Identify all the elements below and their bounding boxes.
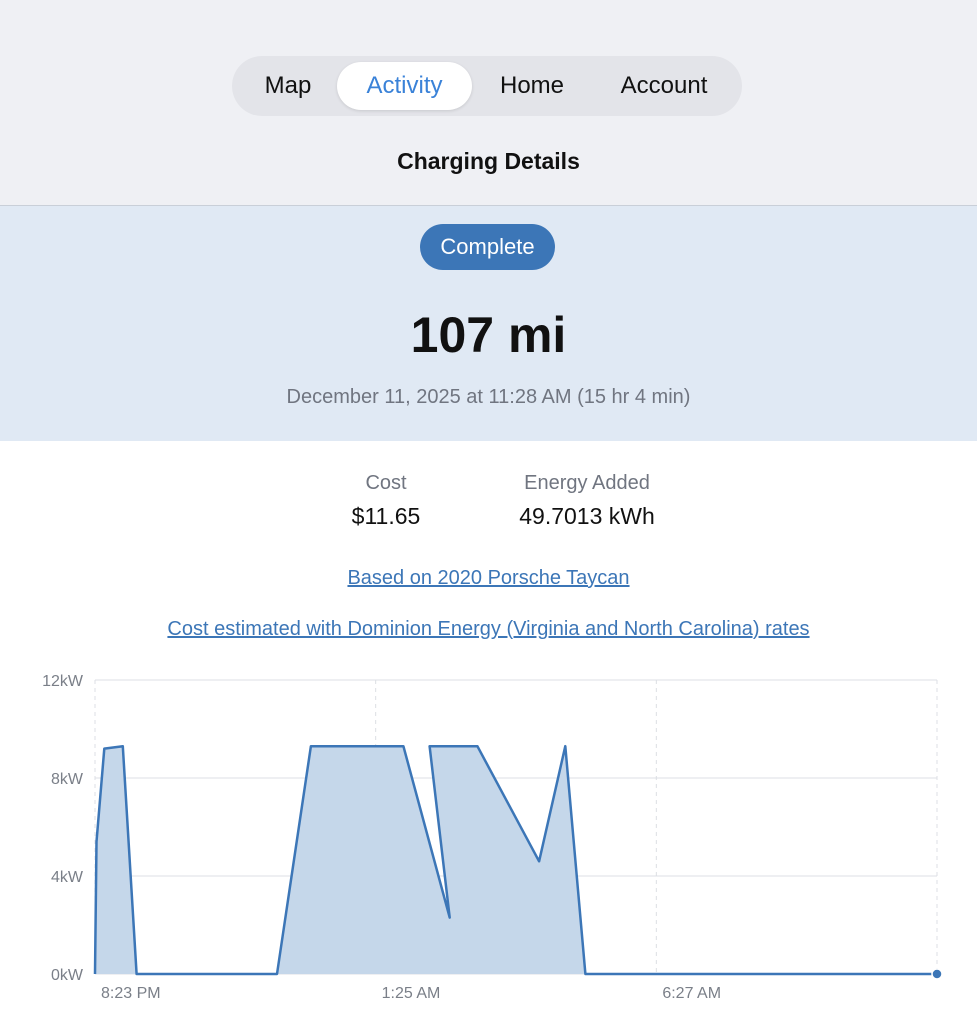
cost-stat: Cost $11.65 <box>326 472 446 530</box>
tab-account[interactable]: Account <box>594 62 734 110</box>
y-tick-label: 4kW <box>51 869 84 886</box>
energy-label: Energy Added <box>524 472 650 494</box>
x-tick-label: 8:23 PM <box>101 985 161 1002</box>
y-tick-label: 8kW <box>51 771 84 788</box>
tab-activity[interactable]: Activity <box>337 62 472 110</box>
x-tick-label: 6:27 AM <box>662 985 721 1002</box>
charging-power-chart: 0kW 4kW 8kW 12kW 8:23 PM 1:25 AM 6:27 AM <box>42 673 943 1002</box>
tab-home[interactable]: Home <box>478 62 586 110</box>
y-tick-label: 12kW <box>42 673 84 690</box>
nav-segmented-control: Map Activity Home Account <box>232 56 742 116</box>
x-tick-label: 1:25 AM <box>382 985 441 1002</box>
top-bar: Map Activity Home Account Charging Detai… <box>0 0 977 206</box>
power-area-fill <box>95 746 937 974</box>
session-datetime: December 11, 2025 at 11:28 AM (15 hr 4 m… <box>286 386 691 408</box>
series-end-point <box>931 968 943 980</box>
status-badge: Complete <box>420 224 555 270</box>
rates-link[interactable]: Cost estimated with Dominion Energy (Vir… <box>0 618 977 641</box>
cost-label: Cost <box>365 472 407 494</box>
y-tick-label: 0kW <box>51 967 84 984</box>
distance-added: 107 mi <box>410 307 567 363</box>
page-title: Charging Details <box>397 148 580 174</box>
tab-map[interactable]: Map <box>240 62 336 110</box>
summary-banner: Complete 107 mi December 11, 2025 at 11:… <box>0 206 977 441</box>
vehicle-link[interactable]: Based on 2020 Porsche Taycan <box>0 567 977 590</box>
energy-stat: Energy Added 49.7013 kWh <box>497 472 677 530</box>
cost-value: $11.65 <box>351 503 421 529</box>
energy-value: 49.7013 kWh <box>519 503 655 529</box>
